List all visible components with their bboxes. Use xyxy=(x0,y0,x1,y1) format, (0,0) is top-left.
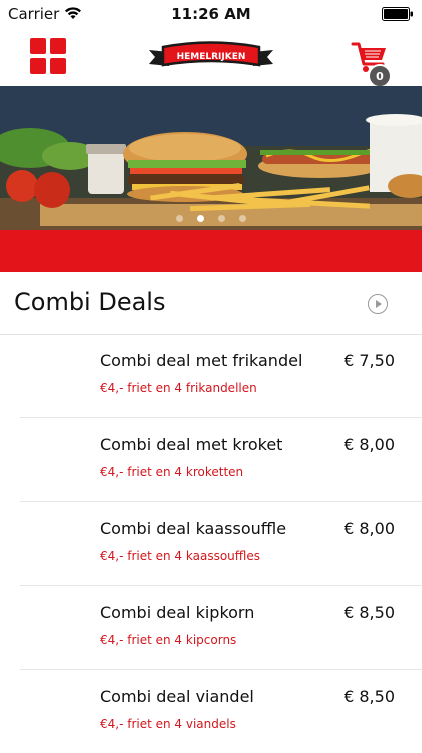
grid-icon-cell xyxy=(50,58,66,74)
item-price: € 8,00 xyxy=(344,519,395,538)
item-name: Combi deal met kroket xyxy=(100,435,283,454)
item-price: € 8,00 xyxy=(344,435,395,454)
carousel-dot-active[interactable] xyxy=(197,215,204,222)
menu-list: Combi deal met frikandel € 7,50 €4,- fri… xyxy=(0,334,422,753)
carousel-dot[interactable] xyxy=(176,215,183,222)
carousel-dot[interactable] xyxy=(218,215,225,222)
chevron-right-icon[interactable] xyxy=(368,294,388,314)
brand-logo: HEMELRIJKEN xyxy=(149,41,273,67)
item-description: €4,- friet en 4 viandels xyxy=(100,717,236,731)
hero-banner-image[interactable] xyxy=(0,86,422,230)
item-name: Combi deal met frikandel xyxy=(100,351,303,370)
list-item[interactable]: Combi deal kipkorn € 8,50 €4,- friet en … xyxy=(20,586,422,670)
red-banner-band xyxy=(0,230,422,272)
grid-icon-cell xyxy=(30,58,46,74)
grid-icon-cell xyxy=(50,38,66,54)
item-price: € 8,50 xyxy=(344,687,395,706)
status-bar: Carrier 11:26 AM xyxy=(0,0,422,28)
section-header[interactable]: Combi Deals xyxy=(0,272,422,335)
grid-icon-cell xyxy=(30,38,46,54)
list-item[interactable]: Combi deal met kroket € 8,00 €4,- friet … xyxy=(20,418,422,502)
item-description: €4,- friet en 4 frikandellen xyxy=(100,381,257,395)
item-price: € 8,50 xyxy=(344,603,395,622)
item-description: €4,- friet en 4 kaassouffles xyxy=(100,549,261,563)
item-name: Combi deal viandel xyxy=(100,687,254,706)
nav-bar: HEMELRIJKEN 0 xyxy=(0,28,422,88)
logo-text: HEMELRIJKEN xyxy=(177,52,246,62)
menu-grid-button[interactable] xyxy=(30,38,66,74)
carousel-pagination[interactable] xyxy=(0,207,422,226)
carousel-dot[interactable] xyxy=(239,215,246,222)
list-item[interactable]: Combi deal kaassouffle € 8,00 €4,- friet… xyxy=(20,502,422,586)
battery-icon xyxy=(382,7,413,21)
item-name: Combi deal kipkorn xyxy=(100,603,255,622)
item-description: €4,- friet en 4 kroketten xyxy=(100,465,244,479)
list-item[interactable]: Combi deal viandel € 8,50 €4,- friet en … xyxy=(20,670,422,753)
item-price: € 7,50 xyxy=(344,351,395,370)
item-name: Combi deal kaassouffle xyxy=(100,519,287,538)
status-time: 11:26 AM xyxy=(171,5,251,23)
section-title: Combi Deals xyxy=(14,288,166,316)
item-description: €4,- friet en 4 kipcorns xyxy=(100,633,237,647)
list-item[interactable]: Combi deal met frikandel € 7,50 €4,- fri… xyxy=(20,334,422,418)
cart-count-badge: 0 xyxy=(368,64,392,88)
